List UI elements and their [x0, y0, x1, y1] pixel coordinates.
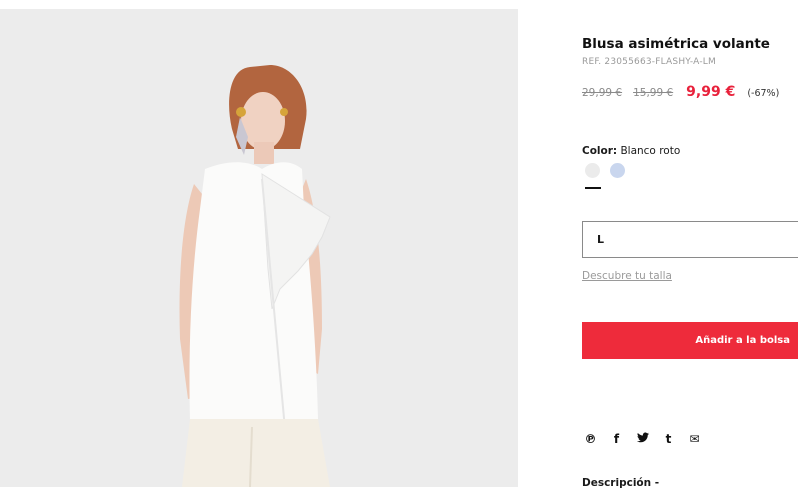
product-info-panel: Blusa asimétrica volante REF. 23055663-F… [582, 0, 798, 489]
facebook-icon[interactable]: f [610, 432, 623, 446]
twitter-icon[interactable] [636, 432, 649, 446]
share-icons: ℗ f t ✉ [584, 432, 701, 446]
size-guide-link[interactable]: Descubre tu talla [582, 270, 672, 282]
discount-badge: (-67%) [747, 88, 780, 99]
description-toggle[interactable]: Descripción - [582, 477, 659, 489]
product-title: Blusa asimétrica volante [582, 36, 770, 52]
color-value: Blanco roto [620, 145, 681, 157]
previous-price: 15,99 € [633, 87, 674, 99]
price-row: 29,99 € 15,99 € 9,99 € (-67%) [582, 84, 779, 100]
swatch-azul[interactable] [610, 163, 625, 178]
model-photo-illustration [0, 9, 518, 487]
swatch-blanco-roto[interactable] [585, 163, 601, 189]
add-to-bag-button[interactable]: Añadir a la bolsa [582, 322, 798, 359]
original-price: 29,99 € [582, 87, 623, 99]
sale-price: 9,99 € [686, 84, 736, 100]
email-icon[interactable]: ✉ [688, 432, 701, 446]
color-label: Color: [582, 145, 618, 157]
product-reference: REF. 23055663-FLASHY-A-LM [582, 57, 716, 67]
product-image[interactable] [0, 9, 518, 487]
size-select[interactable]: L [582, 221, 798, 258]
color-swatches [585, 163, 625, 189]
pinterest-icon[interactable]: ℗ [584, 432, 597, 446]
tumblr-icon[interactable]: t [662, 432, 675, 446]
color-label-row: Color: Blanco roto [582, 145, 680, 157]
